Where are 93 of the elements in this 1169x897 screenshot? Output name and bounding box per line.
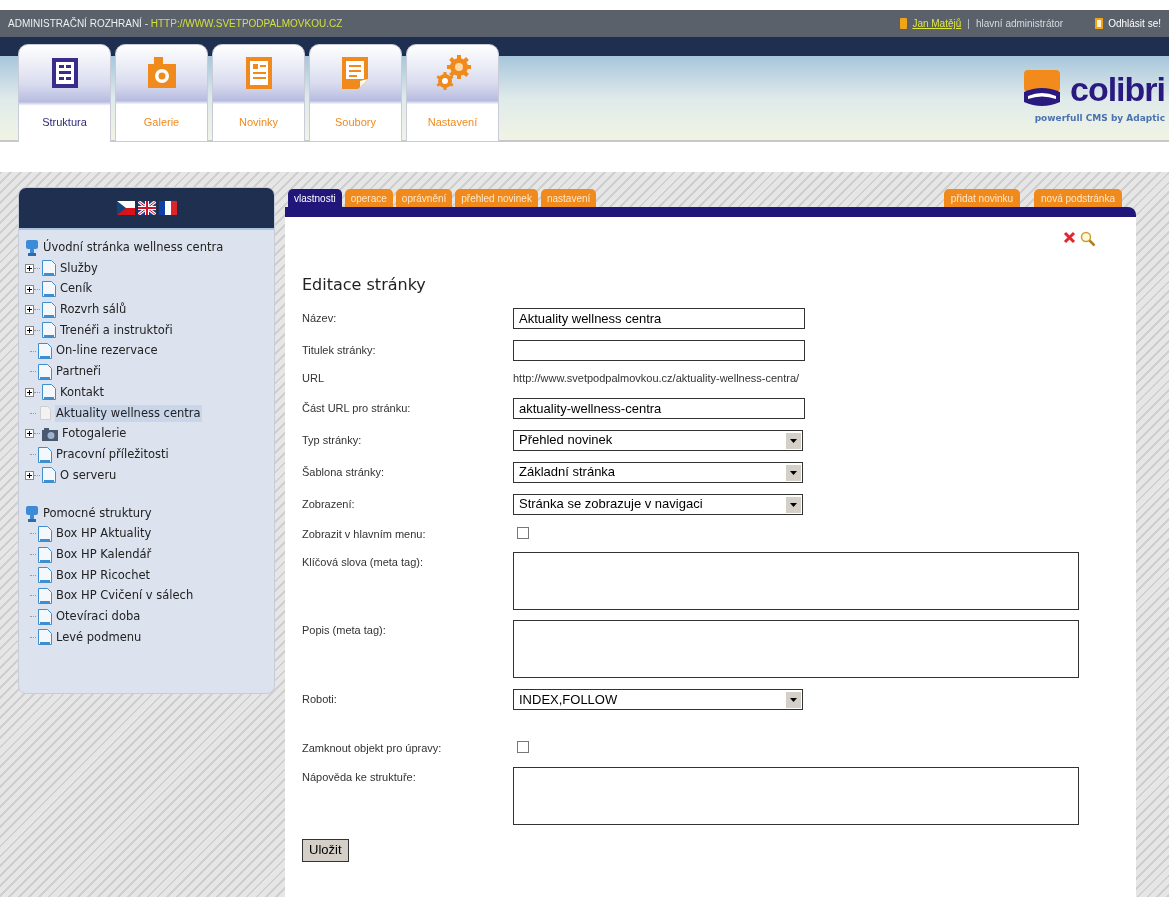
field-label: Zobrazení:: [302, 496, 356, 512]
text-field[interactable]: aktuality-wellness-centra: [513, 397, 805, 419]
field-label: Typ stránky:: [302, 432, 363, 448]
tree-item[interactable]: Box HP Aktuality: [55, 525, 153, 543]
tree-item[interactable]: Aktuality wellness centra: [55, 404, 202, 422]
page-icon: [37, 545, 53, 564]
text-area[interactable]: [513, 620, 1079, 678]
text-area[interactable]: [513, 766, 1079, 825]
french-flag-icon[interactable]: [158, 201, 177, 215]
module-tab[interactable]: Struktura: [18, 44, 111, 145]
expand-icon[interactable]: [25, 325, 34, 335]
logout-link[interactable]: Odhlásit se!: [1108, 16, 1161, 32]
checkbox[interactable]: [517, 526, 529, 539]
tab[interactable]: vlastnosti: [288, 189, 342, 207]
page-icon: [37, 628, 53, 647]
select-field[interactable]: INDEX,FOLLOW: [513, 689, 803, 710]
file-icon: [340, 56, 371, 91]
tree-item[interactable]: On-line rezervace: [55, 342, 159, 360]
field-label: Zamknout objekt pro úpravy:: [302, 741, 443, 756]
delete-icon[interactable]: [1063, 231, 1076, 244]
tree-item[interactable]: Box HP Cvičení v sálech: [55, 587, 195, 605]
field-label: Šablona stránky:: [302, 464, 385, 480]
page-icon: [37, 566, 53, 585]
page-icon: [37, 587, 53, 605]
page-icon: [37, 524, 53, 543]
tree-item[interactable]: Fotogalerie: [61, 425, 128, 443]
expand-icon[interactable]: [25, 263, 34, 273]
logo-icon: [1023, 70, 1060, 109]
text-area[interactable]: [513, 552, 1079, 610]
select-field[interactable]: Přehled novinek: [513, 429, 803, 451]
expand-icon[interactable]: [25, 429, 34, 439]
camera-icon: [41, 425, 59, 442]
page-icon: [37, 404, 53, 423]
tree-item[interactable]: Rozvrh sálů: [59, 301, 128, 319]
page-icon: [41, 466, 57, 485]
tree-item[interactable]: Levé podmenu: [55, 628, 143, 646]
text-field[interactable]: [513, 340, 805, 361]
tree-root[interactable]: Úvodní stránka wellness centra: [43, 239, 224, 257]
user-role: hlavní administrátor: [975, 17, 1064, 32]
field-label: URL: [302, 371, 325, 386]
field-label: Popis (meta tag):: [302, 623, 387, 638]
czech-flag-icon[interactable]: [116, 201, 135, 215]
tree-root[interactable]: Pomocné struktury: [43, 504, 152, 523]
tree-item[interactable]: Trenéři a instruktoři: [59, 321, 174, 340]
tree-item[interactable]: Otevíraci doba: [55, 608, 142, 626]
computer-icon: [25, 504, 39, 523]
page-icon: [41, 383, 57, 402]
save-button[interactable]: Uložit: [302, 838, 349, 862]
user-icon: [900, 18, 908, 30]
select-field[interactable]: Stránka se zobrazuje v navigaci: [513, 493, 803, 515]
page-icon: [41, 259, 57, 278]
field-label: Název:: [302, 311, 338, 326]
checkbox[interactable]: [517, 741, 529, 753]
page-icon: [37, 445, 53, 464]
field-label: Část URL pro stránku:: [302, 400, 412, 416]
computer-icon: [25, 239, 39, 257]
page-icon: [37, 607, 53, 626]
page-icon: [37, 342, 53, 361]
tree-item[interactable]: Box HP Ricochet: [55, 566, 151, 584]
field-label: Zobrazit v hlavním menu:: [302, 526, 427, 542]
field-label: Nápověda ke struktuře:: [302, 769, 417, 785]
uk-flag-icon[interactable]: [137, 201, 156, 215]
expand-icon[interactable]: [25, 388, 34, 397]
separator-text: |: [967, 17, 970, 32]
document-icon: [244, 56, 273, 91]
user-link[interactable]: Jan Matějů: [912, 16, 962, 32]
tree-item[interactable]: Ceník: [59, 280, 94, 298]
admin-title: ADMINISTRAČNÍ ROZHRANÍ - HTTP://WWW.SVETPODPALMOVKOU.CZ: [8, 16, 343, 32]
tree-item[interactable]: Kontakt: [59, 383, 106, 402]
page-icon: [41, 321, 57, 340]
field-label: Roboti:: [302, 692, 338, 707]
tree-item[interactable]: Služby: [59, 259, 99, 277]
logo-text: colibri: [1069, 72, 1165, 107]
tree-item[interactable]: Box HP Kalendář: [55, 546, 153, 564]
expand-icon[interactable]: [25, 284, 34, 294]
page-icon: [37, 362, 53, 381]
structure-icon: [50, 57, 79, 90]
page-icon: [41, 280, 57, 299]
expand-icon[interactable]: [25, 305, 34, 315]
tree-item[interactable]: Pracovní příležitosti: [55, 445, 170, 464]
tree-item[interactable]: O serveru: [59, 466, 118, 484]
url-text: http://www.svetpodpalmovkou.cz/aktuality-wellness-centra/: [513, 371, 800, 386]
select-field[interactable]: Základní stránka: [513, 461, 803, 483]
search-icon[interactable]: [1080, 231, 1096, 247]
tree-item[interactable]: Partneři: [55, 363, 102, 381]
field-label: Klíčová slova (meta tag):: [302, 555, 425, 570]
logout-icon[interactable]: [1095, 18, 1104, 30]
expand-icon[interactable]: [25, 470, 34, 480]
page-icon: [41, 300, 57, 319]
text-field[interactable]: Aktuality wellness centra: [513, 308, 805, 329]
field-label: Titulek stránky:: [302, 343, 377, 358]
form-title: Editace stránky: [302, 274, 427, 296]
logo-tagline: powerfull CMS by Adaptic: [1034, 112, 1165, 126]
